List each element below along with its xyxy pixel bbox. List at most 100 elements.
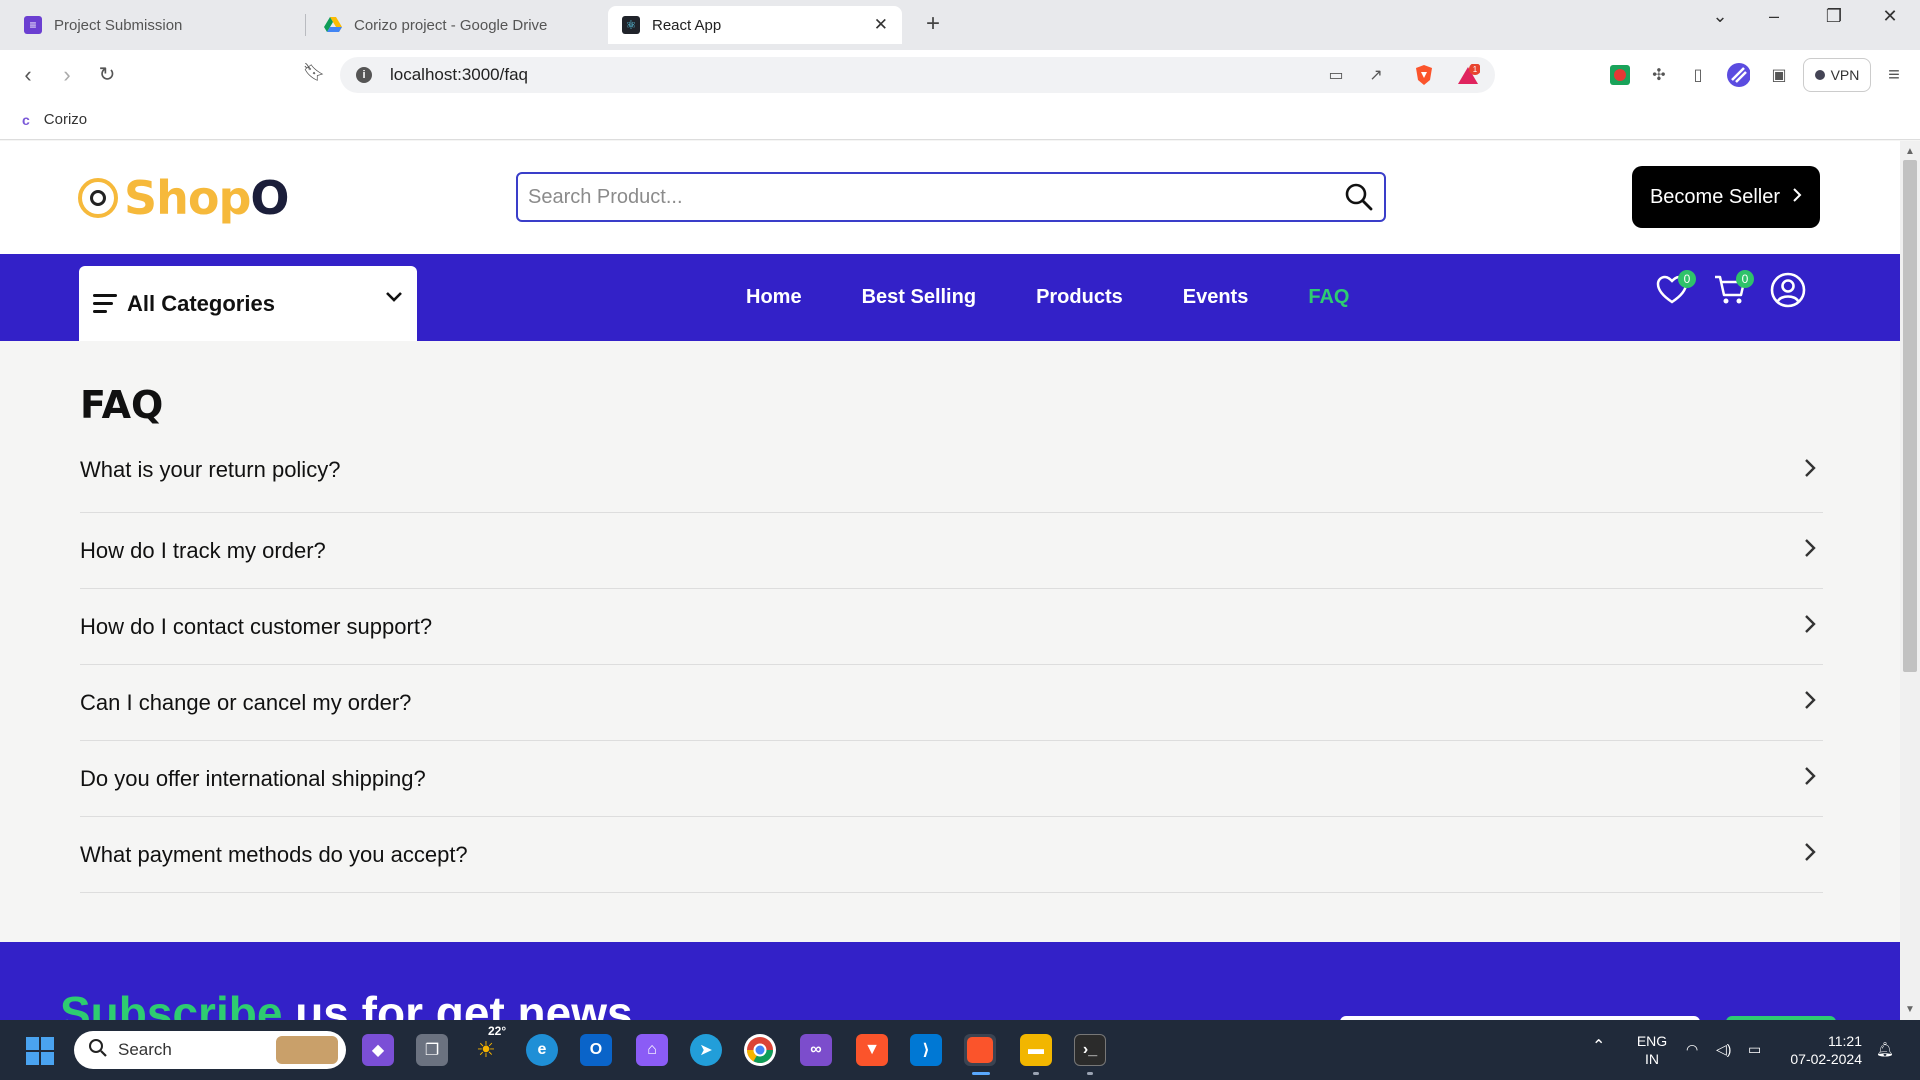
nav-link-faq[interactable]: FAQ bbox=[1308, 286, 1349, 309]
battery-icon[interactable]: ▭ bbox=[1748, 1040, 1761, 1058]
nav-link-home[interactable]: Home bbox=[746, 286, 802, 309]
site-info-icon[interactable]: i bbox=[356, 67, 372, 83]
task-view-icon[interactable]: ❐ bbox=[416, 1034, 448, 1066]
faq-title: FAQ bbox=[80, 383, 164, 427]
share-icon[interactable]: ↗ bbox=[1364, 63, 1388, 87]
profile-button[interactable] bbox=[1770, 272, 1806, 310]
vpn-status-icon bbox=[1814, 70, 1825, 80]
start-button[interactable] bbox=[26, 1037, 54, 1065]
terminal-icon[interactable]: ›_ bbox=[1074, 1034, 1106, 1066]
faq-question: How do I contact customer support? bbox=[80, 613, 433, 639]
cart-button[interactable]: 0 bbox=[1712, 270, 1754, 310]
nav-link-events[interactable]: Events bbox=[1183, 286, 1249, 309]
visual-studio-icon[interactable]: ∞ bbox=[800, 1034, 832, 1066]
bookmark-corizo[interactable]: Corizo bbox=[44, 111, 87, 128]
faq-item[interactable]: Can I change or cancel my order? bbox=[80, 665, 1823, 741]
close-window-button[interactable]: ✕ bbox=[1870, 6, 1910, 27]
faq-item[interactable]: How do I track my order? bbox=[80, 513, 1823, 589]
logo-target-icon bbox=[78, 178, 118, 218]
telegram-icon[interactable]: ➤ bbox=[690, 1034, 722, 1066]
wishlist-button[interactable]: 0 bbox=[1654, 270, 1696, 310]
tab-search-chevron-icon[interactable]: ⌄ bbox=[1700, 6, 1740, 27]
tray-overflow-icon[interactable]: ⌃ bbox=[1592, 1038, 1605, 1056]
subscribe-section: Subscribe us for get news bbox=[0, 942, 1900, 1020]
vpn-button[interactable]: VPN bbox=[1803, 58, 1871, 92]
bookmarks-bar: c Corizo bbox=[0, 100, 1920, 140]
main-navbar: All Categories Home Best Selling Product… bbox=[0, 254, 1900, 341]
brave-icon[interactable]: ▼ bbox=[856, 1034, 888, 1066]
back-button[interactable]: ‹ bbox=[13, 62, 43, 88]
language-indicator[interactable]: ENG IN bbox=[1634, 1032, 1670, 1068]
menu-icon[interactable]: ≡ bbox=[1882, 63, 1906, 87]
react-icon: ⚛ bbox=[622, 16, 640, 34]
clock-date: 07-02-2024 bbox=[1790, 1051, 1862, 1067]
scroll-down-arrow-icon[interactable]: ▼ bbox=[1902, 1004, 1918, 1015]
dev-home-icon[interactable]: ⌂ bbox=[636, 1034, 668, 1066]
tab-title: Project Submission bbox=[54, 16, 183, 34]
volume-icon[interactable]: ◁) bbox=[1716, 1040, 1731, 1058]
search-highlight-illustration-icon bbox=[276, 1036, 338, 1064]
outlook-icon[interactable]: O bbox=[580, 1034, 612, 1066]
tab-google-drive[interactable]: Corizo project - Google Drive bbox=[310, 6, 600, 44]
nav-link-products[interactable]: Products bbox=[1036, 286, 1123, 309]
tab-project-submission[interactable]: ≡ Project Submission bbox=[10, 6, 300, 44]
cast-icon[interactable]: ▭ bbox=[1324, 63, 1348, 87]
clock[interactable]: 11:21 07-02-2024 bbox=[1782, 1032, 1862, 1068]
wallet-icon[interactable]: ▣ bbox=[1767, 63, 1791, 87]
chrome-icon[interactable] bbox=[744, 1034, 776, 1066]
new-tab-button[interactable]: + bbox=[918, 10, 948, 38]
bookmark-icon[interactable]: 🔖︎ bbox=[299, 62, 329, 83]
faq-question: What is your return policy? bbox=[80, 457, 341, 482]
nav-link-best-selling[interactable]: Best Selling bbox=[862, 286, 976, 309]
forms-icon: ≡ bbox=[24, 16, 42, 34]
close-tab-icon[interactable]: ✕ bbox=[874, 15, 888, 35]
tab-react-app[interactable]: ⚛ React App ✕ bbox=[608, 6, 902, 44]
weather-icon[interactable]: ☀ 22° bbox=[470, 1024, 506, 1066]
faq-item[interactable]: What payment methods do you accept? bbox=[80, 817, 1823, 893]
weather-temp: 22° bbox=[488, 1024, 507, 1038]
logo-suffix-text: O bbox=[250, 171, 290, 225]
faq-item[interactable]: What is your return policy? bbox=[80, 449, 1823, 513]
categories-menu-icon bbox=[93, 294, 117, 313]
site-header: Shop O Become Seller bbox=[0, 141, 1900, 254]
minimize-button[interactable]: – bbox=[1754, 6, 1794, 27]
chevron-right-icon bbox=[1803, 457, 1817, 484]
wifi-icon[interactable]: ◠ bbox=[1686, 1040, 1698, 1058]
sidebar-toggle-icon[interactable]: ▯ bbox=[1686, 63, 1710, 87]
faq-item[interactable]: Do you offer international shipping? bbox=[80, 741, 1823, 817]
vscode-icon[interactable]: ⟩ bbox=[910, 1034, 942, 1066]
language-code: ENG bbox=[1636, 1033, 1668, 1049]
chevron-right-icon bbox=[1803, 537, 1817, 564]
file-explorer-icon[interactable]: ▬ bbox=[1020, 1034, 1052, 1066]
chevron-down-icon bbox=[385, 290, 403, 308]
brave-rewards-icon[interactable]: 1 bbox=[1456, 63, 1480, 87]
edge-icon[interactable]: e bbox=[526, 1034, 558, 1066]
extensions-puzzle-icon[interactable]: ✣ bbox=[1647, 63, 1671, 87]
leo-ai-icon[interactable] bbox=[1726, 63, 1750, 87]
language-region: IN bbox=[1645, 1051, 1659, 1067]
cart-count-badge: 0 bbox=[1736, 270, 1754, 288]
chevron-right-icon bbox=[1803, 613, 1817, 640]
tab-title: Corizo project - Google Drive bbox=[354, 16, 548, 34]
become-seller-button[interactable]: Become Seller bbox=[1632, 166, 1820, 228]
extension-red-icon[interactable] bbox=[1608, 63, 1632, 87]
subscribe-highlight: Subscribe bbox=[60, 987, 283, 1020]
forward-button[interactable]: › bbox=[52, 62, 82, 88]
all-categories-dropdown[interactable]: All Categories bbox=[79, 266, 417, 341]
google-drive-icon bbox=[324, 16, 342, 34]
search-input[interactable] bbox=[528, 185, 1334, 209]
search-icon[interactable] bbox=[1334, 174, 1384, 220]
taskbar-search[interactable]: Search bbox=[74, 1031, 346, 1069]
faq-item[interactable]: How do I contact customer support? bbox=[80, 589, 1823, 665]
brave-shields-icon[interactable] bbox=[1412, 63, 1436, 87]
scroll-up-arrow-icon[interactable]: ▲ bbox=[1902, 146, 1918, 157]
shopo-logo[interactable]: Shop O bbox=[78, 171, 290, 225]
notification-bell-icon[interactable]: 🔔︎ bbox=[1876, 1040, 1894, 1058]
address-toolbar: ‹ › ↻ 🔖︎ i localhost:3000/faq ▭ ↗ 1 ✣ ▯ … bbox=[0, 50, 1920, 100]
brave-active-icon[interactable] bbox=[964, 1034, 996, 1066]
url-field[interactable]: i localhost:3000/faq bbox=[340, 57, 1495, 93]
maximize-button[interactable]: ❐ bbox=[1814, 6, 1854, 27]
scrollbar-thumb[interactable] bbox=[1903, 160, 1917, 672]
copilot-icon[interactable]: ◆ bbox=[362, 1034, 394, 1066]
reload-button[interactable]: ↻ bbox=[92, 62, 122, 87]
